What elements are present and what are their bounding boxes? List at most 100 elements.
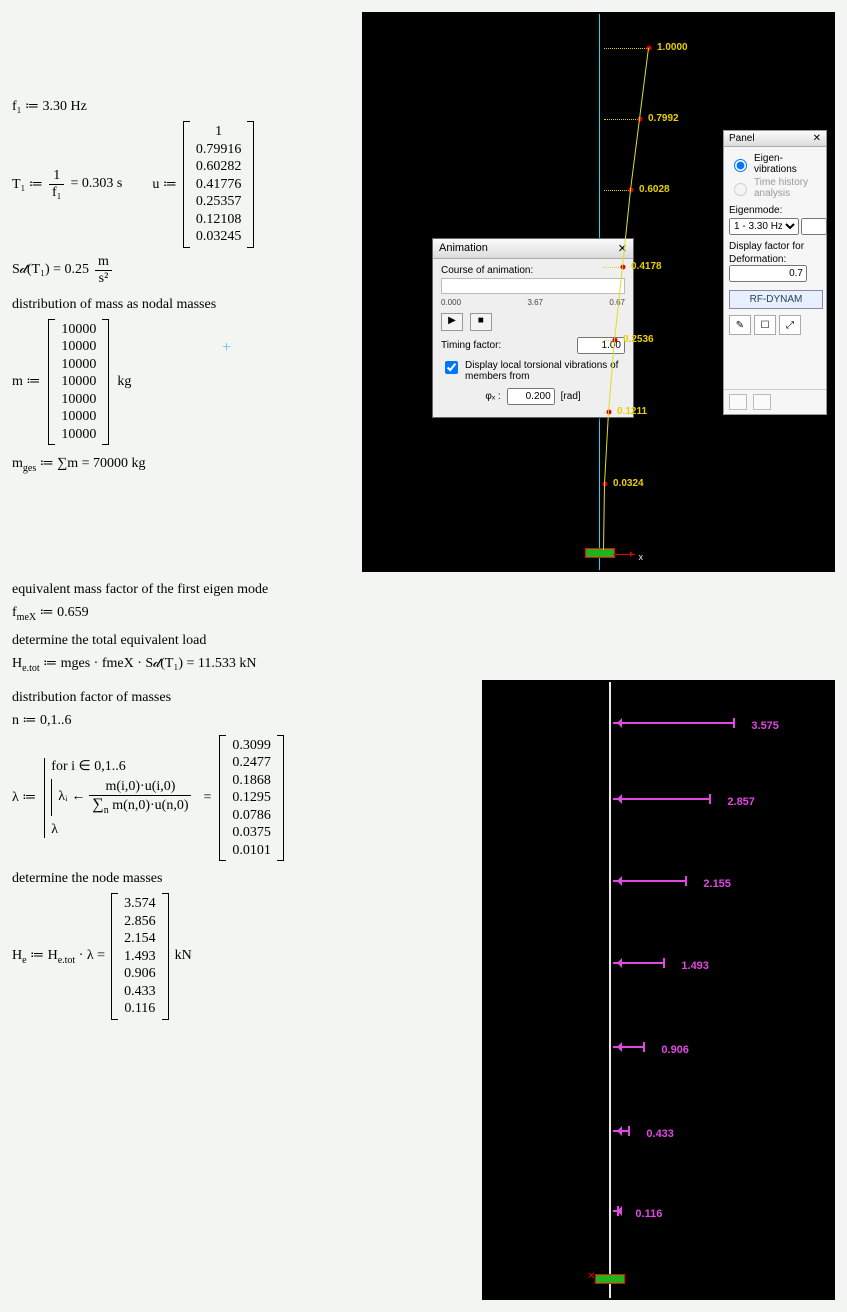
- mode-segment: [639, 48, 649, 119]
- play-button[interactable]: ▶: [441, 313, 463, 331]
- phi-label: φₓ :: [485, 391, 500, 402]
- load-label: 0.116: [635, 1208, 662, 1220]
- sd-unit-num: m: [95, 254, 112, 271]
- vector-entry: 0.03245: [196, 228, 242, 246]
- eq-mges: mges ≔ ∑m = 70000 kg: [12, 455, 352, 474]
- stop-button[interactable]: ■: [470, 313, 492, 331]
- vector-entry: 0.79916: [196, 141, 242, 159]
- load-arrow: [613, 962, 663, 964]
- edit-icon[interactable]: ✎: [729, 315, 751, 335]
- vector-entry: 3.574: [124, 895, 156, 913]
- u-lhs: u ≔: [152, 176, 177, 193]
- load-arrow: [613, 722, 733, 724]
- load-label: 3.575: [751, 720, 779, 732]
- mode-node-label: 0.1211: [617, 406, 647, 417]
- sd-unit-den: s²: [95, 271, 112, 287]
- timing-label: Timing factor:: [441, 340, 501, 351]
- vector-entry: 1: [196, 123, 242, 141]
- load-label: 0.433: [646, 1128, 674, 1140]
- x-axis-label: x: [639, 552, 644, 562]
- vector-entry: 0.0375: [232, 824, 271, 842]
- eigenmode-select[interactable]: 1 - 3.30 Hz: [729, 218, 799, 235]
- vector-entry: 0.12108: [196, 211, 242, 229]
- m-unit: kg: [117, 374, 131, 390]
- vector-entry: 0.0786: [232, 807, 271, 825]
- vector-entry: 0.433: [124, 983, 156, 1001]
- eq-T1: T₁ ≔ 1 f₁ = 0.303 s u ≔ 10.799160.602820…: [12, 121, 352, 248]
- radio-timehist-label: Time history analysis: [754, 177, 821, 199]
- close-icon[interactable]: ✕: [813, 133, 821, 144]
- lambda-den: ∑n m(n,0)·u(n,0): [89, 796, 191, 816]
- animation-dialog[interactable]: Animation ✕ Course of animation: 0.000 3…: [432, 238, 634, 418]
- vector-entry: 0.1295: [232, 789, 271, 807]
- torsional-checkbox[interactable]: [445, 361, 458, 374]
- slider-min: 0.000: [441, 298, 461, 307]
- vector-entry: 2.856: [124, 913, 156, 931]
- mode-node-label: 0.6028: [639, 184, 670, 195]
- eq-lambda: λ ≔ for i ∈ 0,1..6 λᵢ ← m(i,0)·u(i,0) ∑n: [12, 735, 472, 862]
- for-line: for i ∈ 0,1..6: [51, 758, 191, 775]
- m-vector: 10000100001000010000100001000010000: [48, 319, 109, 446]
- he-unit: kN: [175, 948, 192, 964]
- animation-title: Animation: [439, 242, 488, 255]
- window-icon[interactable]: ☐: [754, 315, 776, 335]
- He-vector: 3.5742.8562.1541.4930.9060.4330.116: [111, 893, 169, 1020]
- load-tail: [617, 1206, 619, 1216]
- sd-expr: S𝒹(T₁) = 0.25: [12, 262, 89, 278]
- u-vector: 10.799160.602820.417760.253570.121080.03…: [183, 121, 255, 248]
- vector-entry: 10000: [61, 391, 96, 409]
- lambda-i: λᵢ: [58, 789, 67, 805]
- mode-segment: [604, 412, 609, 484]
- mode-dash: [604, 48, 649, 50]
- mode-dash: [604, 190, 631, 192]
- vector-entry: 0.60282: [196, 158, 242, 176]
- vector-entry: 0.116: [124, 1000, 156, 1018]
- footer-icon-1[interactable]: [729, 394, 747, 410]
- lambda-program: for i ∈ 0,1..6 λᵢ ← m(i,0)·u(i,0) ∑n m(n…: [44, 758, 195, 838]
- eigenmode-spinner[interactable]: [801, 218, 827, 235]
- x-axis-arrow: [613, 554, 635, 555]
- mode-segment: [630, 119, 640, 190]
- timing-input[interactable]: [577, 337, 625, 354]
- vector-entry: 1.493: [124, 948, 156, 966]
- rf-dynam-button[interactable]: RF-DYNAM: [729, 290, 823, 309]
- vector-entry: 10000: [61, 426, 96, 444]
- m-lhs: m ≔: [12, 373, 40, 390]
- panel-title: Panel: [729, 133, 755, 144]
- load-label: 0.906: [661, 1044, 689, 1056]
- torsional-label: Display local torsional vibrations of me…: [465, 360, 625, 382]
- mode-node-label: 0.2536: [623, 334, 654, 345]
- phi-unit: [rad]: [561, 391, 581, 402]
- mode-node-label: 1.0000: [657, 42, 688, 53]
- para-node-masses: determine the node masses: [12, 871, 472, 887]
- radio-eigen-label: Eigen-vibrations: [754, 153, 821, 175]
- para-mass-dist: distribution of mass as nodal masses: [12, 297, 352, 313]
- display-factor-label: Display factor for: [729, 241, 821, 252]
- animation-slider[interactable]: [441, 278, 625, 294]
- load-tail: [643, 1042, 645, 1052]
- load-label: 1.493: [681, 960, 709, 972]
- vector-entry: 0.2477: [232, 754, 271, 772]
- mode-dash: [604, 119, 640, 121]
- mode-node-label: 0.0324: [613, 478, 644, 489]
- course-label: Course of animation:: [441, 265, 625, 276]
- load-tail: [628, 1126, 630, 1136]
- footer-icon-2[interactable]: [753, 394, 771, 410]
- support-icon: [585, 548, 615, 558]
- expand-icon[interactable]: ⤢: [779, 315, 801, 335]
- deformation-input[interactable]: [729, 265, 807, 282]
- cursor-cross-icon: +: [222, 339, 231, 357]
- lambda-num: m(i,0)·u(i,0): [89, 779, 191, 796]
- vector-entry: 0.41776: [196, 176, 242, 194]
- panel-dialog[interactable]: Panel ✕ Eigen-vibrations Time history an…: [723, 130, 827, 415]
- vector-entry: 2.154: [124, 930, 156, 948]
- radio-eigen[interactable]: [734, 159, 747, 172]
- vector-entry: 0.3099: [232, 737, 271, 755]
- vector-entry: 10000: [61, 338, 96, 356]
- vector-entry: 10000: [61, 373, 96, 391]
- eq-fmex: fmeX ≔ 0.659: [12, 604, 835, 623]
- load-tail: [733, 718, 735, 728]
- phi-input[interactable]: [507, 388, 555, 405]
- load-label: 2.155: [703, 878, 731, 890]
- t1-val: = 0.303 s: [70, 176, 122, 192]
